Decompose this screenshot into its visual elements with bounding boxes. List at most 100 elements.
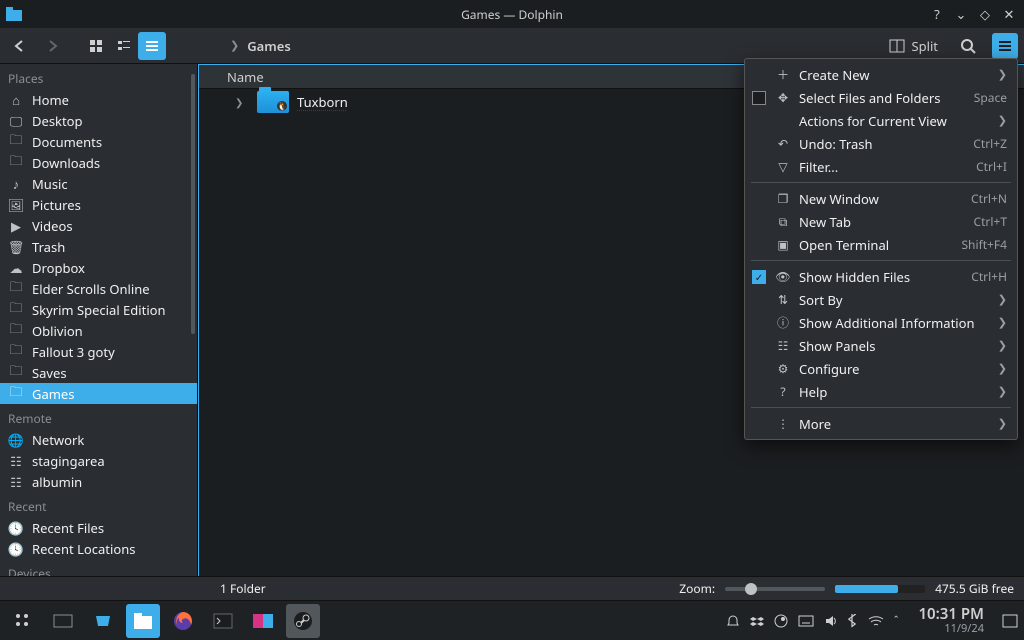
- menu-item-show-additional-information[interactable]: ⓘShow Additional Information❯: [745, 311, 1017, 334]
- menu-item-label: Help: [799, 383, 990, 401]
- help-button[interactable]: ?: [928, 5, 946, 23]
- breadcrumb[interactable]: ❯ Games: [230, 37, 291, 55]
- places-sidebar[interactable]: Places⌂Home🖵Desktop🗀Documents🗀Downloads♪…: [0, 64, 198, 576]
- sidebar-item-elder-scrolls-online[interactable]: 🗀Elder Scrolls Online: [0, 278, 197, 299]
- sidebar-item-label: Home: [32, 91, 69, 109]
- clock[interactable]: 10:31 PM 11/9/24: [918, 606, 984, 635]
- menu-item-new-tab[interactable]: ⧉New TabCtrl+T: [745, 210, 1017, 233]
- start-menu-button[interactable]: [6, 604, 40, 638]
- hamburger-menu[interactable]: ＋Create New❯✥Select Files and FoldersSpa…: [744, 58, 1018, 440]
- scrollbar[interactable]: [191, 74, 195, 334]
- folder-icon: 🗀: [8, 323, 24, 339]
- chevron-right-icon: ❯: [230, 38, 239, 53]
- menu-item-more[interactable]: ⋮More❯: [745, 412, 1017, 435]
- menu-item-new-window[interactable]: ❐New WindowCtrl+N: [745, 187, 1017, 210]
- sidebar-item-documents[interactable]: 🗀Documents: [0, 131, 197, 152]
- sidebar-item-oblivion[interactable]: 🗀Oblivion: [0, 320, 197, 341]
- task-app-pink[interactable]: [246, 604, 280, 638]
- sidebar-item-albumin[interactable]: ☷albumin: [0, 471, 197, 492]
- window-title: Games — Dolphin: [0, 6, 1024, 23]
- sidebar-item-fallout-3-goty[interactable]: 🗀Fallout 3 goty: [0, 341, 197, 362]
- forward-button[interactable]: [38, 32, 66, 60]
- panel-icon: ☷: [775, 337, 791, 354]
- menu-item-sort-by[interactable]: ⇅Sort By❯: [745, 288, 1017, 311]
- tray-bluetooth-icon[interactable]: [848, 614, 858, 628]
- sidebar-item-label: stagingarea: [32, 452, 105, 470]
- maximize-button[interactable]: ◇: [976, 5, 994, 23]
- task-discover[interactable]: [86, 604, 120, 638]
- tray-network-icon[interactable]: [868, 615, 884, 627]
- window-icon: ❐: [775, 190, 791, 207]
- view-details-button[interactable]: [138, 32, 166, 60]
- menu-item-undo-trash[interactable]: ↶Undo: TrashCtrl+Z: [745, 132, 1017, 155]
- tray-show-desktop-icon[interactable]: [1002, 614, 1018, 628]
- sidebar-item-videos[interactable]: ▶Videos: [0, 215, 197, 236]
- expander-icon[interactable]: ❯: [235, 95, 249, 109]
- task-steam[interactable]: [286, 604, 320, 638]
- minimize-button[interactable]: ⌄: [952, 5, 970, 23]
- view-compact-button[interactable]: [110, 32, 138, 60]
- tray-keyboard-icon[interactable]: [798, 615, 814, 627]
- terminal-icon: ▣: [775, 236, 791, 253]
- sidebar-item-label: Pictures: [32, 196, 81, 214]
- sidebar-item-home[interactable]: ⌂ Home: [0, 89, 197, 110]
- zoom-label: Zoom:: [679, 580, 715, 597]
- menu-item-select-files-and-folders[interactable]: ✥Select Files and FoldersSpace: [745, 86, 1017, 109]
- menu-item-label: Open Terminal: [799, 236, 953, 254]
- menu-item-configure[interactable]: ⚙Configure❯: [745, 357, 1017, 380]
- menu-item-help[interactable]: ?Help❯: [745, 380, 1017, 403]
- search-button[interactable]: [954, 32, 982, 60]
- tray-dropbox-icon[interactable]: [750, 614, 764, 628]
- chevron-right-icon: ❯: [998, 361, 1007, 376]
- sidebar-item-recent-locations[interactable]: 🕓Recent Locations: [0, 538, 197, 559]
- chevron-right-icon: ❯: [998, 384, 1007, 399]
- sidebar-item-label: Recent Files: [32, 519, 104, 537]
- filter-icon: ▽: [775, 158, 791, 175]
- sidebar-item-skyrim-special-edition[interactable]: 🗀Skyrim Special Edition: [0, 299, 197, 320]
- remote-icon: ☷: [8, 453, 24, 469]
- sidebar-item-downloads[interactable]: 🗀Downloads: [0, 152, 197, 173]
- menu-item-filter-[interactable]: ▽Filter...Ctrl+I: [745, 155, 1017, 178]
- menu-item-open-terminal[interactable]: ▣Open TerminalShift+F4: [745, 233, 1017, 256]
- sidebar-section-header: Remote: [0, 404, 197, 429]
- sidebar-item-recent-files[interactable]: 🕓Recent Files: [0, 517, 197, 538]
- sidebar-item-desktop[interactable]: 🖵Desktop: [0, 110, 197, 131]
- desktop-icon: 🖵: [8, 113, 24, 129]
- breadcrumb-segment[interactable]: Games: [247, 37, 291, 55]
- split-button[interactable]: Split: [883, 33, 944, 59]
- menu-item-show-panels[interactable]: ☷Show Panels❯: [745, 334, 1017, 357]
- tray-notifications-icon[interactable]: [726, 614, 740, 628]
- sidebar-item-network[interactable]: 🌐Network: [0, 429, 197, 450]
- sidebar-item-trash[interactable]: 🗑Trash: [0, 236, 197, 257]
- menu-item-create-new[interactable]: ＋Create New❯: [745, 63, 1017, 86]
- tray-volume-icon[interactable]: [824, 614, 838, 628]
- task-konsole[interactable]: [206, 604, 240, 638]
- column-header-name[interactable]: Name: [219, 68, 272, 86]
- menu-item-actions-for-current-view[interactable]: Actions for Current View❯: [745, 109, 1017, 132]
- split-label: Split: [911, 37, 938, 55]
- task-firefox[interactable]: [166, 604, 200, 638]
- zoom-slider[interactable]: [725, 587, 825, 591]
- menu-item-show-hidden-files[interactable]: ✓👁Show Hidden FilesCtrl+H: [745, 265, 1017, 288]
- sidebar-item-pictures[interactable]: 🖼Pictures: [0, 194, 197, 215]
- home-icon: ⌂: [8, 92, 24, 108]
- tray-chevron-icon[interactable]: ˆ: [894, 613, 899, 628]
- sidebar-item-music[interactable]: ♪Music: [0, 173, 197, 194]
- close-button[interactable]: ✕: [1000, 5, 1018, 23]
- hamburger-menu-button[interactable]: [992, 33, 1018, 59]
- sidebar-item-saves[interactable]: 🗀Saves: [0, 362, 197, 383]
- menu-item-label: Show Panels: [799, 337, 990, 355]
- sidebar-item-label: Music: [32, 175, 68, 193]
- sidebar-item-dropbox[interactable]: ☁Dropbox: [0, 257, 197, 278]
- system-tray: ˆ 10:31 PM 11/9/24: [726, 606, 1018, 635]
- plus-icon: ＋: [775, 66, 791, 83]
- view-icons-button[interactable]: [82, 32, 110, 60]
- task-virtual-desktop[interactable]: [46, 604, 80, 638]
- tray-steam-icon[interactable]: [774, 614, 788, 628]
- task-dolphin[interactable]: [126, 604, 160, 638]
- chevron-right-icon: ❯: [998, 67, 1007, 82]
- sidebar-item-stagingarea[interactable]: ☷ stagingarea: [0, 450, 197, 471]
- back-button[interactable]: [6, 32, 34, 60]
- menu-item-label: Configure: [799, 360, 990, 378]
- sidebar-item-games[interactable]: 🗀Games: [0, 383, 197, 404]
